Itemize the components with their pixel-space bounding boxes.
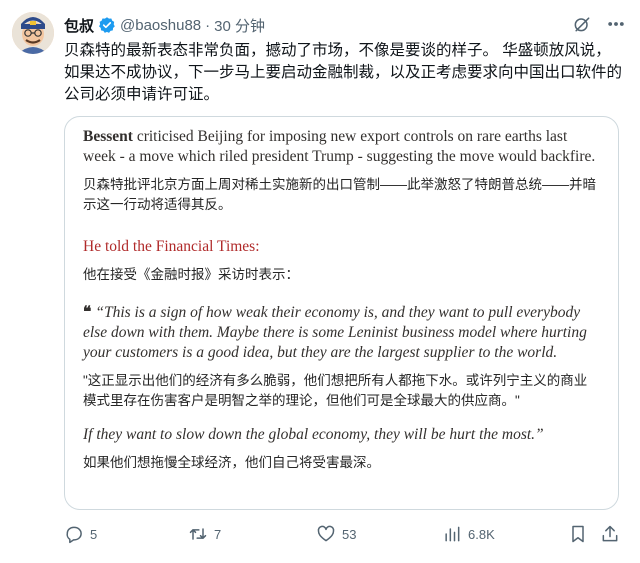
reply-icon bbox=[66, 526, 82, 544]
quote-mark-icon: ❝ bbox=[83, 304, 91, 321]
repost-button[interactable]: 7 bbox=[188, 524, 221, 544]
quote-1-translation: "这正显示出他们的经济有多么脆弱，他们想把所有人都拖下水。或许列宁主义的商业模式… bbox=[83, 373, 588, 408]
display-name[interactable]: 包叔 bbox=[64, 15, 94, 36]
quote-2-translation: 如果他们想拖慢全球经济，他们自己将受害最深。 bbox=[83, 455, 380, 470]
share-button[interactable] bbox=[600, 524, 620, 544]
quote-1-text: “This is a sign of how weak their econom… bbox=[83, 304, 587, 361]
name-bessent: Bessent bbox=[83, 128, 133, 145]
reply-count: 5 bbox=[90, 526, 98, 542]
like-icon bbox=[317, 525, 335, 542]
paragraph-1-translation: 贝森特批评北京方面上周对稀土实施新的出口管制——此举激怒了特朗普总统——并暗示这… bbox=[83, 177, 596, 212]
reply-button[interactable]: 5 bbox=[64, 524, 97, 544]
avatar[interactable] bbox=[12, 12, 54, 54]
ft-line: He told the Financial Times: bbox=[83, 238, 260, 255]
paragraph-1: Bessent criticised Beijing for imposing … bbox=[83, 127, 600, 167]
quote-1: ❝ “This is a sign of how weak their econo… bbox=[83, 303, 600, 363]
like-button[interactable]: 53 bbox=[316, 524, 356, 544]
top-actions bbox=[572, 14, 626, 34]
more-icon[interactable] bbox=[606, 14, 626, 34]
like-count: 53 bbox=[342, 526, 357, 542]
repost-count: 7 bbox=[214, 526, 222, 542]
handle[interactable]: @baoshu88 bbox=[120, 17, 201, 34]
bookmark-button[interactable] bbox=[568, 524, 588, 544]
bookmark-icon bbox=[572, 525, 584, 543]
timestamp[interactable]: 30 分钟 bbox=[214, 15, 265, 36]
quote-2: If they want to slow down the global eco… bbox=[83, 426, 544, 443]
quoted-image[interactable]: Bessent criticised Beijing for imposing … bbox=[64, 116, 619, 510]
separator: · bbox=[205, 16, 211, 34]
share-icon bbox=[602, 525, 618, 542]
views-count: 6.8K bbox=[468, 526, 495, 542]
tweet: 包叔 @baoshu88 · 30 分钟 贝森特的最新表态非常负面，撼动了市场，… bbox=[0, 0, 640, 563]
tweet-header: 包叔 @baoshu88 · 30 分钟 bbox=[64, 14, 265, 36]
views-icon bbox=[445, 526, 460, 542]
verified-badge-icon bbox=[99, 17, 115, 33]
views-button[interactable]: 6.8K bbox=[442, 524, 495, 544]
grok-icon[interactable] bbox=[572, 14, 592, 34]
paragraph-1-text: criticised Beijing for imposing new expo… bbox=[83, 128, 596, 165]
tweet-text: 贝森特的最新表态非常负面，撼动了市场，不像是要谈的样子。 华盛顿放风说，如果达不… bbox=[64, 42, 623, 103]
ft-line-translation: 他在接受《金融时报》采访时表示： bbox=[83, 267, 299, 282]
action-bar: 5 7 53 6.8K bbox=[64, 524, 624, 550]
repost-icon bbox=[189, 528, 207, 540]
